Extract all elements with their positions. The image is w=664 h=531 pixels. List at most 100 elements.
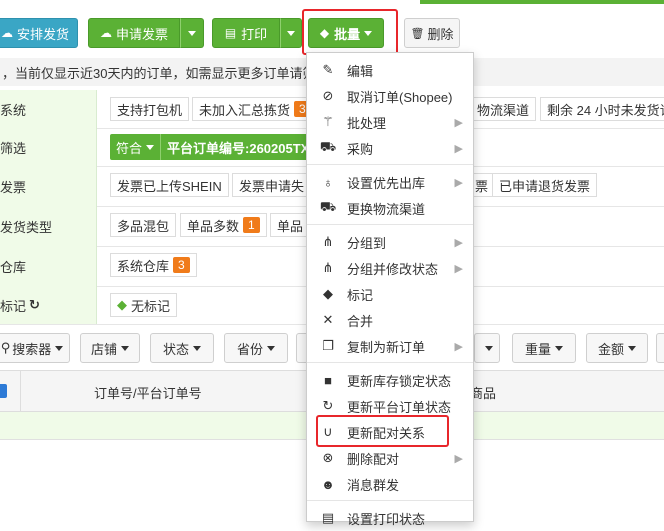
caret-down-icon xyxy=(287,30,295,36)
menu-item-group-and-status[interactable]: ⋔ 分组并修改状态 ▶ xyxy=(307,255,473,281)
filter-label: 标记 ↻ xyxy=(0,286,97,324)
filter-label: 仓库 xyxy=(0,246,97,286)
status-dropdown[interactable]: 状态 xyxy=(150,333,214,363)
lock-icon: ■ xyxy=(324,372,332,388)
menu-item-mass-message[interactable]: ☻ 消息群发 xyxy=(307,471,473,497)
filter-label: 系统 xyxy=(0,90,97,128)
filter-chip[interactable]: 未加入汇总拣货 3 xyxy=(192,97,318,121)
filter-dropdown-hidden[interactable] xyxy=(656,333,664,363)
print-dropdown[interactable] xyxy=(280,18,302,48)
caret-down-icon xyxy=(121,345,129,351)
top-accent-bar xyxy=(420,0,664,4)
chevron-right-icon: ▶ xyxy=(454,236,463,249)
filter-label: 发货类型 xyxy=(0,206,97,246)
filter-chip[interactable]: 物流渠道 xyxy=(470,97,537,121)
cart-icon: ⛟ xyxy=(319,139,337,154)
search-icon: ⚲ xyxy=(0,340,11,355)
filter-chip[interactable]: 单品多数 1 xyxy=(180,213,267,237)
menu-divider xyxy=(307,362,473,363)
search-condition-tag[interactable]: 符合 平台订单编号:260205TX xyxy=(110,134,310,160)
filter-dropdown-hidden[interactable] xyxy=(474,333,500,363)
column-divider xyxy=(20,371,21,413)
caret-down-icon xyxy=(628,345,636,351)
sitemap-icon: ⋔ xyxy=(322,260,334,275)
bulb-icon: ♁ xyxy=(323,174,333,190)
pairing-highlight-box xyxy=(316,415,449,447)
menu-item-purchase[interactable]: ⛟ 采购 ▶ xyxy=(307,135,473,161)
match-select[interactable]: 符合 xyxy=(110,134,162,160)
menu-item-mark[interactable]: ◆ 标记 xyxy=(307,281,473,307)
count-badge: 3 xyxy=(173,257,190,273)
print-icon: ▤ xyxy=(321,510,335,525)
chevron-right-icon: ▶ xyxy=(454,142,463,155)
filter-chip[interactable]: 剩余 24 小时未发货订 xyxy=(540,97,664,121)
filter-chip[interactable]: 支持打包机 xyxy=(110,97,190,121)
tag-icon: ◆ xyxy=(117,297,127,312)
caret-down-icon xyxy=(146,144,155,150)
menu-item-delete-pairing[interactable]: ⊗ 删除配对 ▶ xyxy=(307,445,473,471)
amount-dropdown[interactable]: 金额 xyxy=(586,333,648,363)
menu-divider xyxy=(307,500,473,501)
merge-icon: ✕ xyxy=(322,312,334,327)
caret-down-icon xyxy=(188,30,196,36)
filter-chip[interactable]: 多品混包 xyxy=(110,213,177,237)
caret-down-icon xyxy=(193,345,201,351)
chevron-right-icon: ▶ xyxy=(454,340,463,353)
refresh-icon[interactable]: ↻ xyxy=(29,297,40,313)
caret-down-icon xyxy=(485,345,493,351)
count-badge: 1 xyxy=(243,217,260,233)
caret-down-icon xyxy=(55,345,64,351)
province-dropdown[interactable]: 省份 xyxy=(224,333,288,363)
ban-icon: ⊘ xyxy=(322,88,334,103)
filter-chip[interactable]: 单品 xyxy=(270,213,311,237)
refresh-icon: ↻ xyxy=(322,398,334,413)
menu-item-edit[interactable]: ✎ 编辑 xyxy=(307,57,473,83)
column-order-no: 订单号/平台订单号 xyxy=(94,386,202,401)
menu-item-group-to[interactable]: ⋔ 分组到 ▶ xyxy=(307,229,473,255)
menu-divider xyxy=(307,224,473,225)
batch-dropdown-menu: ✎ 编辑 ⊘ 取消订单(Shopee) ⚚ 批处理 ▶ ⛟ 采购 ▶ ♁ 设置优先出库 ▶ ⛟ 更… xyxy=(306,52,474,527)
close-circle-icon: ⊗ xyxy=(322,450,334,465)
chevron-right-icon: ▶ xyxy=(454,176,463,189)
trash-icon: 🗑 xyxy=(410,27,425,40)
delete-button[interactable]: 🗑 删除 xyxy=(404,18,460,48)
filter-label: 筛选 xyxy=(0,128,97,166)
filter-chip[interactable]: ◆ 无标记 xyxy=(110,293,178,317)
menu-item-merge[interactable]: ✕ 合并 xyxy=(307,307,473,333)
tag-icon: ◆ xyxy=(323,286,333,301)
weight-dropdown[interactable]: 重量 xyxy=(512,333,576,363)
chevron-right-icon: ▶ xyxy=(454,452,463,465)
menu-item-update-lock[interactable]: ■ 更新库存锁定状态 xyxy=(307,367,473,393)
users-icon: ☻ xyxy=(321,476,335,492)
menu-divider xyxy=(307,164,473,165)
menu-item-change-logistics[interactable]: ⛟ 更换物流渠道 xyxy=(307,195,473,221)
menu-item-set-print-status[interactable]: ▤ 设置打印状态 xyxy=(307,505,473,531)
filter-chip[interactable]: 已申请退货发票 xyxy=(492,173,598,197)
batch-highlight-box xyxy=(302,9,398,55)
apply-invoice-button[interactable]: ☁ 申请发票 xyxy=(88,18,180,48)
filter-chip[interactable]: 发票申请失 xyxy=(232,173,312,197)
filter-chip[interactable]: 系统仓库 3 xyxy=(110,253,197,277)
select-all-checkbox[interactable] xyxy=(0,384,7,398)
chevron-right-icon: ▶ xyxy=(454,116,463,129)
menu-item-cancel-order[interactable]: ⊘ 取消订单(Shopee) xyxy=(307,83,473,109)
edit-icon: ✎ xyxy=(322,62,334,77)
sitemap-icon: ⋔ xyxy=(322,234,334,249)
caret-down-icon xyxy=(267,345,275,351)
filter-chip[interactable]: 发票已上传SHEIN xyxy=(110,173,229,197)
truck-icon: ⛟ xyxy=(319,199,337,214)
apply-invoice-dropdown[interactable] xyxy=(180,18,204,48)
menu-item-batch-process[interactable]: ⚚ 批处理 ▶ xyxy=(307,109,473,135)
cloud-icon: ☁ xyxy=(0,26,13,40)
print-button[interactable]: ▤ 打印 xyxy=(212,18,280,48)
magic-icon: ⚚ xyxy=(322,114,334,129)
searcher-dropdown[interactable]: ⚲ 搜索器 xyxy=(0,333,70,363)
chevron-right-icon: ▶ xyxy=(454,262,463,275)
shop-dropdown[interactable]: 店铺 xyxy=(80,333,140,363)
arrange-shipping-button[interactable]: ☁ 安排发货 xyxy=(0,18,78,48)
caret-down-icon xyxy=(555,345,563,351)
menu-item-copy-order[interactable]: ❐ 复制为新订单 ▶ xyxy=(307,333,473,359)
print-icon: ▤ xyxy=(224,26,237,40)
menu-item-set-priority[interactable]: ♁ 设置优先出库 ▶ xyxy=(307,169,473,195)
cloud-upload-icon: ☁ xyxy=(99,26,112,40)
